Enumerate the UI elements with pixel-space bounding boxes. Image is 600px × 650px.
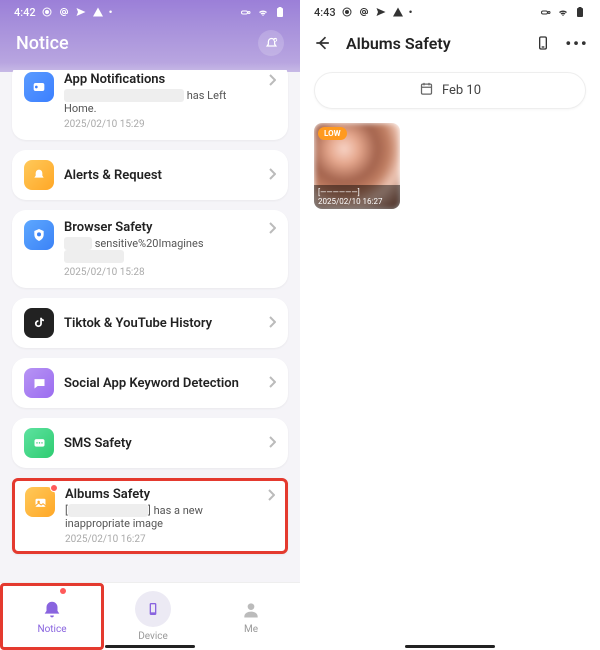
vpn-icon [240,6,252,18]
chevron-right-icon [268,220,276,239]
card-date: 2025/02/10 15:29 [64,119,262,130]
warning-icon [92,6,104,18]
status-time: 4:43 [314,6,336,19]
nav-label: Notice [37,624,66,635]
card-subtitle: xxxxxxxxxxxxxxxxx has Left Home. [64,89,262,115]
card-title: SMS Safety [64,436,262,451]
thumbnail-grid: LOW [——————] 2025/02/10 16:27 [300,123,600,209]
risk-tag: LOW [318,127,347,140]
nav-label: Device [138,631,168,642]
card-title: Social App Keyword Detection [64,376,262,391]
card-app-notifications[interactable]: App Notifications xxxxxxxxxxxxxxxxx has … [12,70,288,140]
card-subtitle: [xxxxxxxxxx] has a new inappropriate ima… [65,504,261,530]
battery-icon [574,6,586,18]
chevron-right-icon [268,374,276,393]
nav-label: Me [244,624,258,635]
person-icon [239,598,263,622]
alarm-settings-button[interactable] [258,30,284,56]
card-tiktok-youtube[interactable]: Tiktok & YouTube History [12,298,288,348]
device-icon [135,591,171,627]
wifi-icon [557,6,569,18]
bell-icon [40,598,64,622]
chevron-right-icon [268,72,276,91]
phone-screen-notice: 4:42 • Notice [0,0,300,650]
phone-screen-albums: 4:43 • Albums Safety ••• [300,0,600,650]
notice-header: Notice [0,24,300,72]
battery-icon [274,6,286,18]
target-icon [341,6,353,18]
more-button[interactable]: ••• [566,32,588,54]
card-alerts-request[interactable]: Alerts & Request [12,150,288,200]
tiktok-icon [24,308,54,338]
back-button[interactable] [312,32,334,54]
target-icon [41,6,53,18]
status-bar: 4:43 • [300,0,600,24]
alerts-icon [24,160,54,190]
date-filter[interactable]: Feb 10 [314,72,586,109]
home-indicator [405,645,495,648]
card-title: Tiktok & YouTube History [64,316,262,331]
albums-header: Albums Safety ••• [300,24,600,68]
chevron-right-icon [267,487,275,506]
card-title: Albums Safety [65,487,261,502]
browser-safety-icon [24,220,54,250]
nav-me[interactable]: Me [202,583,300,650]
warning-icon [392,6,404,18]
dot-icon: • [409,6,413,19]
card-albums-safety[interactable]: Albums Safety [xxxxxxxxxx] has a new ina… [12,478,288,554]
at-icon [358,6,370,18]
calendar-icon [419,81,434,100]
sms-icon [24,428,54,458]
card-title: App Notifications [64,72,262,87]
notice-list: App Notifications xxxxxxxxxxxxxxxxx has … [0,70,300,582]
send-icon [375,6,387,18]
app-notifications-icon [24,72,54,102]
social-keyword-icon [24,368,54,398]
chevron-right-icon [268,166,276,185]
dot-icon: • [109,6,113,19]
date-label: Feb 10 [442,83,481,98]
status-time: 4:42 [14,6,36,19]
page-title: Notice [16,33,69,54]
albums-icon [25,487,55,517]
card-title: Browser Safety [64,220,262,235]
card-social-keyword[interactable]: Social App Keyword Detection [12,358,288,408]
chevron-right-icon [268,434,276,453]
vpn-icon [540,6,552,18]
bottom-nav: Notice Device Me [0,582,300,650]
image-thumbnail[interactable]: LOW [——————] 2025/02/10 16:27 [314,123,400,209]
device-toggle-button[interactable] [532,32,554,54]
card-subtitle: xxx sensitive%20Imagines xxxxxxx [64,237,262,263]
nav-device[interactable]: Device [104,583,202,650]
page-title: Albums Safety [346,34,520,53]
card-date: 2025/02/10 15:28 [64,267,262,278]
status-bar: 4:42 • [0,0,300,24]
thumbnail-caption: [——————] 2025/02/10 16:27 [314,185,400,209]
card-sms-safety[interactable]: SMS Safety [12,418,288,468]
nav-notice[interactable]: Notice [0,583,104,650]
card-date: 2025/02/10 16:27 [65,534,261,545]
send-icon [75,6,87,18]
home-indicator [105,645,195,648]
card-title: Alerts & Request [64,168,262,183]
wifi-icon [257,6,269,18]
card-browser-safety[interactable]: Browser Safety xxx sensitive%20Imagines … [12,210,288,288]
at-icon [58,6,70,18]
chevron-right-icon [268,314,276,333]
